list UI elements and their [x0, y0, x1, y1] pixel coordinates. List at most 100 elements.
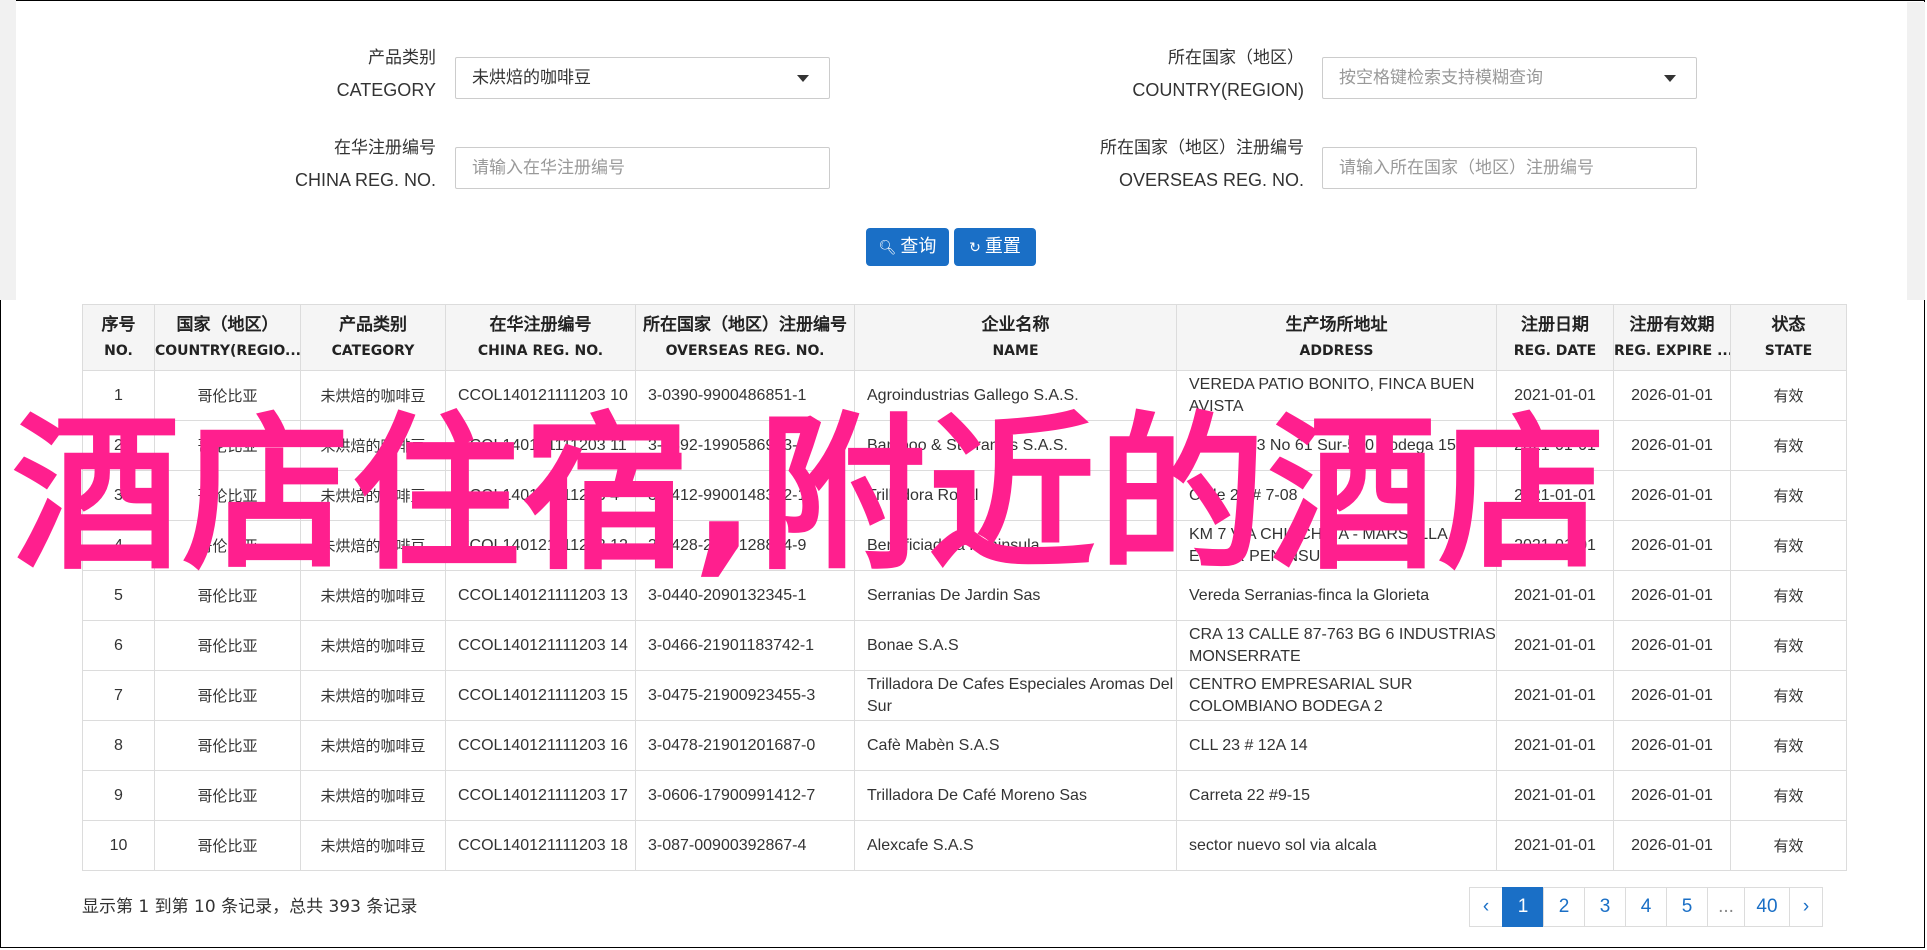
column-header-country[interactable]: 国家（地区） COUNTRY(REGIO...	[154, 304, 301, 371]
cell-address: CENTRO EMPRESARIAL SUR COLOMBIANO BODEGA…	[1176, 670, 1497, 721]
cell-address: CRA 13 CALLE 87-763 BG 6 INDUSTRIAS MONS…	[1176, 620, 1497, 671]
column-header-label: 注册有效期	[1629, 314, 1715, 335]
column-header-sublabel: REG. DATE	[1513, 342, 1597, 359]
cell-overseas-reg: 3-0475-21900923455-3	[635, 670, 855, 721]
page-ellipsis: ...	[1707, 887, 1745, 927]
column-header-sublabel: ADDRESS	[1299, 342, 1374, 359]
column-header-sublabel: CATEGORY	[331, 342, 415, 359]
overlay-banner-text: 酒店住宿,附近的酒店	[12, 397, 1608, 593]
next-page-button[interactable]: ›	[1789, 887, 1823, 927]
cell-state: 有效	[1730, 720, 1847, 771]
search-button[interactable]: 🔍︎ 查询	[866, 228, 949, 266]
cell-state: 有效	[1730, 770, 1847, 821]
category-select[interactable]: 未烘焙的咖啡豆	[455, 57, 830, 99]
cell-no: 9	[82, 770, 155, 821]
page-40[interactable]: 40	[1744, 887, 1790, 927]
column-header-no[interactable]: 序号 NO.	[82, 304, 155, 371]
cell-china-reg: CCOL140121111203 16	[445, 720, 636, 771]
column-header-category[interactable]: 产品类别 CATEGORY	[300, 304, 446, 371]
cell-name: Trilladora De Café Moreno Sas	[854, 770, 1177, 821]
column-header-address[interactable]: 生产场所地址 ADDRESS	[1176, 304, 1497, 371]
cell-country: 哥伦比亚	[154, 620, 301, 671]
cell-address: CLL 23 # 12A 14	[1176, 720, 1497, 771]
cell-overseas-reg: 3-0466-21901183742-1	[635, 620, 855, 671]
table-row[interactable]: 9 哥伦比亚 未烘焙的咖啡豆 CCOL140121111203 17 3-0606-17…	[82, 770, 1847, 821]
page-3[interactable]: 3	[1584, 887, 1626, 927]
column-header-label: 企业名称	[981, 314, 1050, 335]
cell-reg-date: 2021-01-01	[1496, 620, 1614, 671]
table-row[interactable]: 6 哥伦比亚 未烘焙的咖啡豆 CCOL140121111203 14 3-0466-21…	[82, 620, 1847, 671]
search-icon: 🔍︎	[878, 240, 897, 256]
column-header-label: 状态	[1771, 314, 1806, 335]
cell-china-reg: CCOL140121111203 18	[445, 820, 636, 871]
column-header-china-reg[interactable]: 在华注册编号 CHINA REG. NO.	[445, 304, 636, 371]
cell-no: 10	[82, 820, 155, 871]
column-header-label: 在华注册编号	[489, 314, 592, 335]
column-header-state[interactable]: 状态 STATE	[1730, 304, 1847, 371]
cell-overseas-reg: 3-0478-21901201687-0	[635, 720, 855, 771]
cell-reg-expire: 2026-01-01	[1613, 820, 1731, 871]
cell-address: sector nuevo sol via alcala	[1176, 820, 1497, 871]
table-row[interactable]: 7 哥伦比亚 未烘焙的咖啡豆 CCOL140121111203 15 3-0475-21…	[82, 670, 1847, 721]
column-header-reg-date[interactable]: 注册日期 REG. DATE	[1496, 304, 1614, 371]
cell-state: 有效	[1730, 670, 1847, 721]
cell-name: Cafè Mabèn S.A.S	[854, 720, 1177, 771]
page-4[interactable]: 4	[1625, 887, 1667, 927]
cell-country: 哥伦比亚	[154, 670, 301, 721]
cell-reg-date: 2021-01-01	[1496, 820, 1614, 871]
overseas-reg-input[interactable]: 请输入所在国家（地区）注册编号	[1322, 147, 1697, 189]
column-header-name[interactable]: 企业名称 NAME	[854, 304, 1177, 371]
column-header-sublabel: COUNTRY(REGIO...	[155, 342, 300, 359]
prev-page-button[interactable]: ‹	[1469, 887, 1503, 927]
cell-reg-expire: 2026-01-01	[1613, 770, 1731, 821]
column-header-sublabel: REG. EXPIRE ...	[1614, 342, 1730, 359]
cell-reg-date: 2021-01-01	[1496, 670, 1614, 721]
column-header-label: 所在国家（地区）注册编号	[643, 314, 847, 335]
cell-category: 未烘焙的咖啡豆	[300, 820, 446, 871]
cell-name: Alexcafe S.A.S	[854, 820, 1177, 871]
column-header-overseas-reg[interactable]: 所在国家（地区）注册编号 OVERSEAS REG. NO.	[635, 304, 855, 371]
table-header-row: 序号 NO. 国家（地区） COUNTRY(REGIO... 产品类别 CATEGORY 在…	[82, 304, 1847, 371]
chevron-down-icon	[1664, 75, 1676, 82]
scrollbar-track[interactable]	[1907, 2, 1925, 300]
column-header-label: 序号	[101, 314, 136, 335]
column-header-sublabel: STATE	[1764, 342, 1813, 359]
cell-overseas-reg: 3-087-00900392867-4	[635, 820, 855, 871]
country-select[interactable]: 按空格键检索支持模糊查询	[1322, 57, 1697, 99]
left-gutter	[0, 0, 16, 300]
column-header-sublabel: OVERSEAS REG. NO.	[665, 342, 825, 359]
column-header-sublabel: CHINA REG. NO.	[477, 342, 604, 359]
column-header-sublabel: NO.	[104, 342, 133, 359]
cell-overseas-reg: 3-0606-17900991412-7	[635, 770, 855, 821]
cell-china-reg: CCOL140121111203 17	[445, 770, 636, 821]
china-reg-input[interactable]: 请输入在华注册编号	[455, 147, 830, 189]
cell-category: 未烘焙的咖啡豆	[300, 770, 446, 821]
page-1[interactable]: 1	[1502, 887, 1544, 927]
cell-reg-date: 2021-01-01	[1496, 770, 1614, 821]
column-header-reg-expire[interactable]: 注册有效期 REG. EXPIRE ...	[1613, 304, 1731, 371]
cell-no: 7	[82, 670, 155, 721]
pagination: ‹ 1 2 3 4 5... 40 ›	[1469, 887, 1823, 927]
cell-name: Bonae S.A.S	[854, 620, 1177, 671]
page-2[interactable]: 2	[1543, 887, 1585, 927]
refresh-icon: ↻	[969, 240, 981, 256]
table-row[interactable]: 10 哥伦比亚 未烘焙的咖啡豆 CCOL140121111203 18 3-087-00…	[82, 820, 1847, 871]
category-label: 产品类别 CATEGORY	[336, 48, 436, 100]
cell-name: Trilladora De Cafes Especiales Aromas De…	[854, 670, 1177, 721]
column-header-sublabel: NAME	[992, 342, 1039, 359]
country-label: 所在国家（地区） COUNTRY(REGION)	[1132, 48, 1304, 100]
cell-reg-date: 2021-01-01	[1496, 720, 1614, 771]
cell-reg-expire: 2026-01-01	[1613, 670, 1731, 721]
page-5[interactable]: 5	[1666, 887, 1708, 927]
cell-category: 未烘焙的咖啡豆	[300, 670, 446, 721]
cell-reg-expire: 2026-01-01	[1613, 720, 1731, 771]
cell-address: Carreta 22 #9-15	[1176, 770, 1497, 821]
cell-country: 哥伦比亚	[154, 820, 301, 871]
overseas-reg-label: 所在国家（地区）注册编号 OVERSEAS REG. NO.	[1100, 138, 1304, 190]
table-row[interactable]: 8 哥伦比亚 未烘焙的咖啡豆 CCOL140121111203 16 3-0478-21…	[82, 720, 1847, 771]
reset-button[interactable]: ↻ 重置	[954, 228, 1036, 266]
column-header-label: 生产场所地址	[1285, 314, 1388, 335]
cell-category: 未烘焙的咖啡豆	[300, 620, 446, 671]
pagination-info: 显示第 1 到第 10 条记录，总共 393 条记录	[82, 897, 418, 917]
column-header-label: 国家（地区）	[176, 314, 279, 335]
